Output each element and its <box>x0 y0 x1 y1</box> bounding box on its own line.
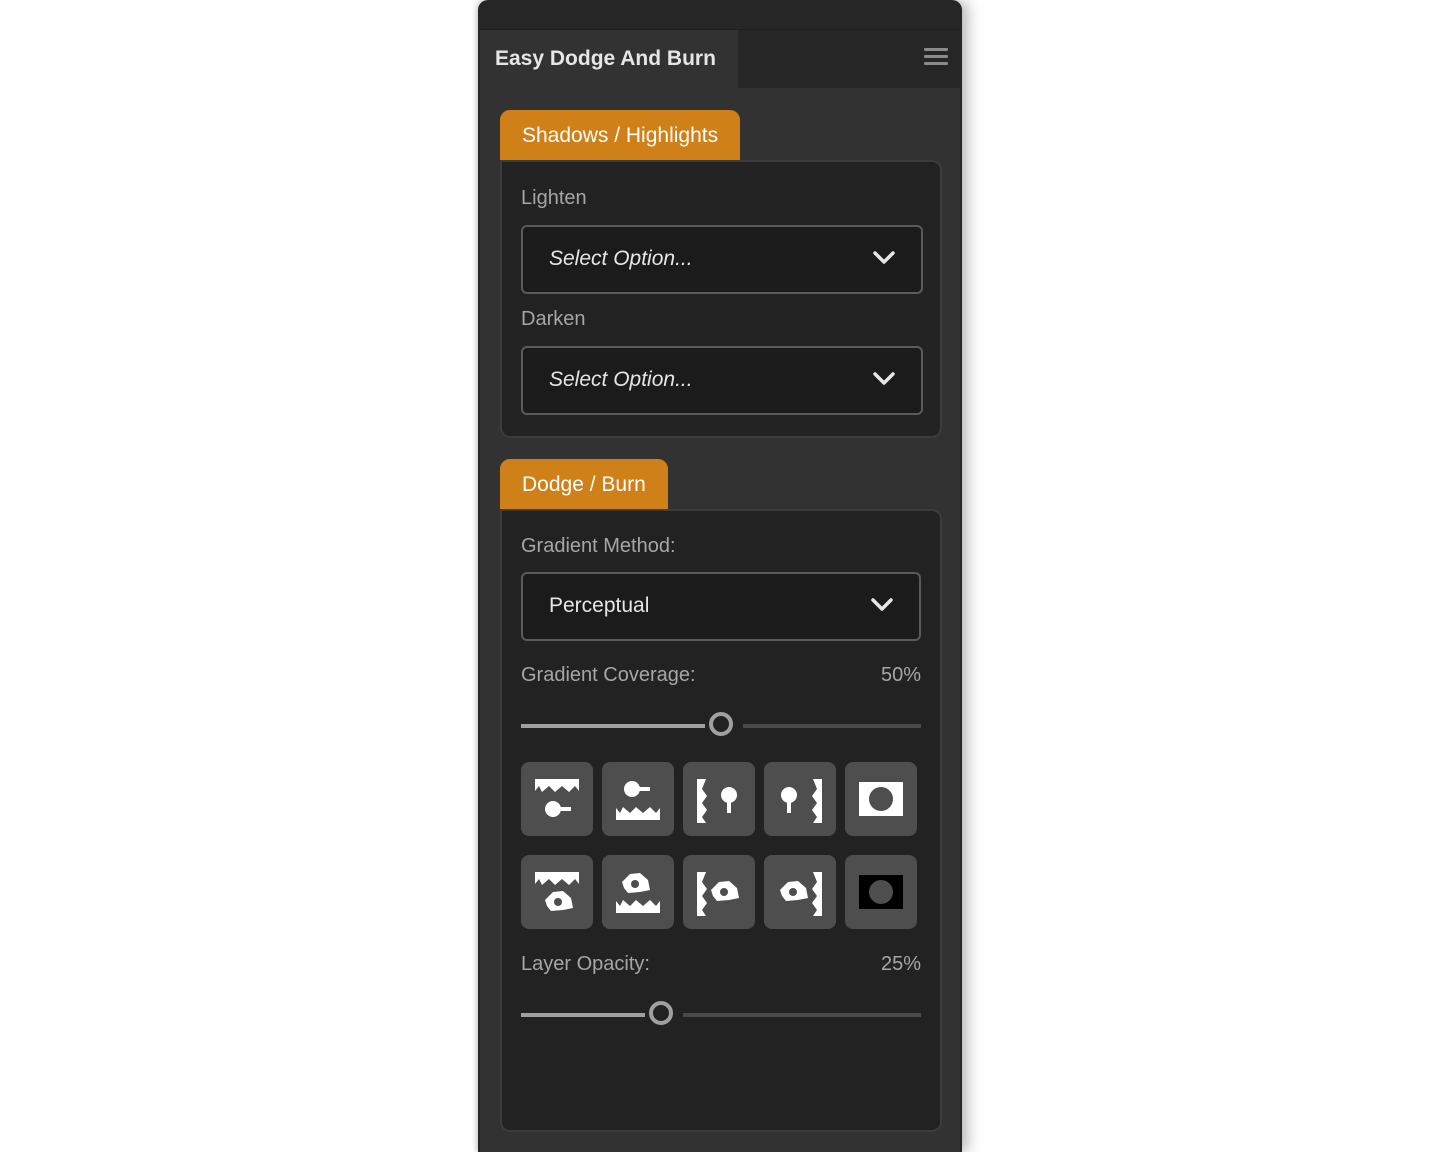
gradient-bottom-to-top-highlight-icon <box>616 781 660 820</box>
gradient-coverage-value: 50% <box>880 664 921 686</box>
panel-title-tab[interactable]: Easy Dodge And Burn <box>480 30 738 88</box>
gradient-button-7[interactable] <box>602 855 674 929</box>
layer-opacity-slider[interactable] <box>521 1000 921 1030</box>
gradient-top-to-bottom-highlight-icon <box>535 779 579 817</box>
gradient-method-value: Perceptual <box>549 594 650 617</box>
gradient-left-to-right-subject-icon <box>697 872 739 916</box>
gradient-button-10[interactable] <box>845 855 917 929</box>
dodge-burn-tab: Dodge / Burn <box>500 459 668 511</box>
gradient-coverage-label: Gradient Coverage: <box>521 664 696 686</box>
easy-dodge-burn-panel: Easy Dodge And Burn Shadows / Highlights… <box>478 0 962 1152</box>
gradient-button-8[interactable] <box>683 855 755 929</box>
slider-track <box>683 1013 921 1017</box>
shadows-highlights-tab: Shadows / Highlights <box>500 110 741 162</box>
chevron-down-icon <box>873 251 895 264</box>
gradient-right-to-left-highlight-icon <box>781 779 822 823</box>
darken-label: Darken <box>521 308 586 330</box>
panel-tab-bar: Easy Dodge And Burn <box>480 30 960 88</box>
lighten-label: Lighten <box>521 187 587 209</box>
dodge-burn-section: Gradient Method: Perceptual Gradient Cov… <box>500 509 942 1132</box>
gradient-button-6[interactable] <box>521 855 593 929</box>
layer-opacity-value: 25% <box>880 953 921 975</box>
layer-opacity-label: Layer Opacity: <box>521 953 650 975</box>
gradient-method-select[interactable]: Perceptual <box>521 572 921 641</box>
darken-select-value: Select Option... <box>549 368 693 391</box>
gradient-button-3[interactable] <box>683 762 755 836</box>
slider-thumb[interactable] <box>709 712 733 736</box>
chevron-down-icon <box>871 598 893 611</box>
darken-select[interactable]: Select Option... <box>521 346 923 415</box>
vignette-inverse-icon <box>859 875 903 909</box>
gradient-button-2[interactable] <box>602 762 674 836</box>
gradient-button-5[interactable] <box>845 762 917 836</box>
slider-track <box>743 724 921 728</box>
gradient-button-9[interactable] <box>764 855 836 929</box>
lighten-select-value: Select Option... <box>549 247 693 270</box>
slider-thumb[interactable] <box>649 1001 673 1025</box>
slider-fill <box>521 1013 645 1017</box>
gradient-bottom-to-top-subject-icon <box>616 873 660 913</box>
lighten-select[interactable]: Select Option... <box>521 225 923 294</box>
hamburger-menu-icon[interactable] <box>924 48 948 68</box>
gradient-right-to-left-subject-icon <box>780 872 822 916</box>
shadows-highlights-section: Lighten Select Option... Darken Select O… <box>500 160 942 438</box>
chevron-down-icon <box>873 372 895 385</box>
gradient-button-4[interactable] <box>764 762 836 836</box>
panel-top-bar <box>480 2 960 30</box>
gradient-coverage-slider[interactable] <box>521 711 921 741</box>
vignette-highlight-icon <box>859 782 903 816</box>
gradient-top-to-bottom-subject-icon <box>535 872 579 911</box>
gradient-button-1[interactable] <box>521 762 593 836</box>
gradient-left-to-right-highlight-icon <box>697 779 737 823</box>
slider-fill <box>521 724 705 728</box>
gradient-method-label: Gradient Method: <box>521 535 676 557</box>
